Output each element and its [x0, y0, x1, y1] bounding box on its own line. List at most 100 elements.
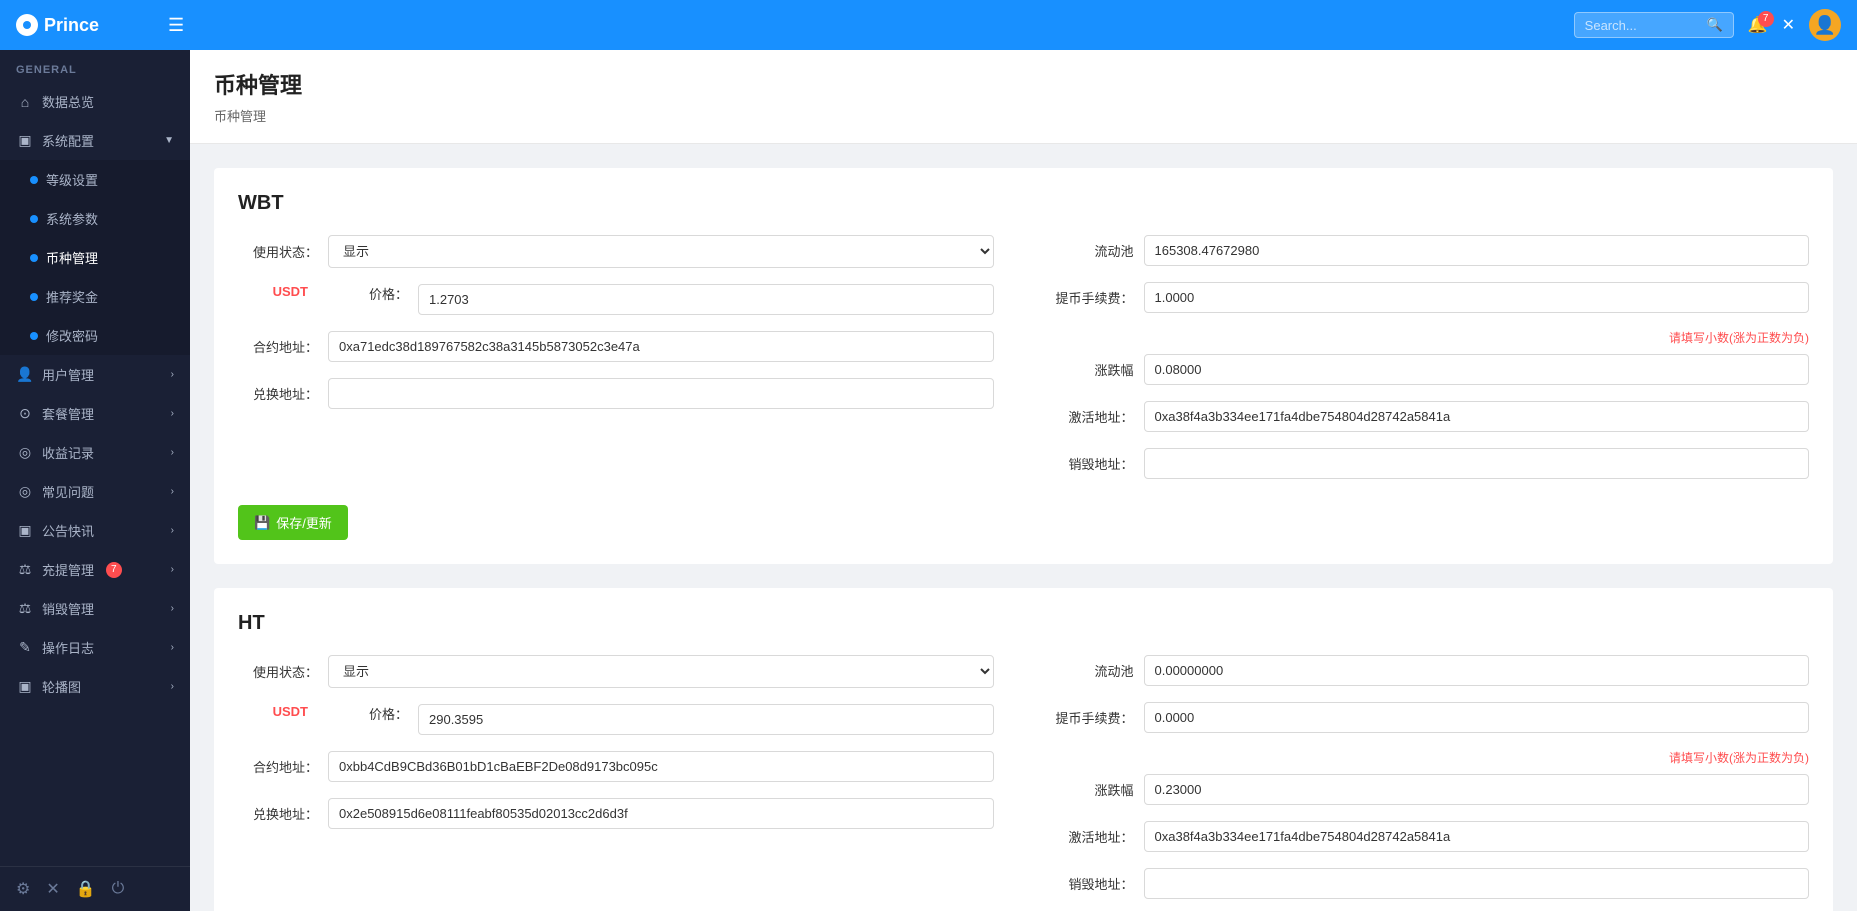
wbt-rise-input[interactable]: [1144, 354, 1810, 385]
sidebar-general-label: GENERAL: [0, 50, 190, 82]
header-right: 🔍 🔔 7 ✕ 👤: [1574, 9, 1841, 41]
search-box[interactable]: 🔍: [1574, 12, 1734, 38]
ht-price-input[interactable]: [418, 704, 994, 735]
sidebar-label-system-params: 系统参数: [46, 209, 98, 228]
wbt-activate-input[interactable]: [1144, 401, 1810, 432]
close-button[interactable]: ✕: [1782, 15, 1795, 35]
user-icon: 👤: [16, 366, 34, 383]
wbt-liquidity-label: 流动池: [1054, 241, 1134, 260]
wbt-activate-row: 激活地址：: [1054, 401, 1810, 432]
sidebar-item-user-management[interactable]: 👤 用户管理 ›: [0, 355, 190, 394]
sidebar-label-carousel: 轮播图: [42, 677, 81, 696]
wbt-liquidity-input[interactable]: [1144, 235, 1810, 266]
sidebar-item-system-params[interactable]: 系统参数: [0, 199, 190, 238]
ht-contract-input[interactable]: [328, 751, 994, 782]
power-bottom-button[interactable]: ⏻: [112, 879, 125, 899]
content-main: WBT 使用状态： 显示 隐藏 USDT 价格：: [190, 144, 1857, 911]
sidebar-item-dashboard[interactable]: ⌂ 数据总览: [0, 82, 190, 121]
notifications-button[interactable]: 🔔 7: [1748, 15, 1768, 35]
sidebar: GENERAL ⌂ 数据总览 ▣ 系统配置 ▼ 等级设置 系统参数 币种管理: [0, 50, 190, 911]
ht-destroy-row: 销毁地址：: [1054, 868, 1810, 899]
tools-bottom-button[interactable]: ✕: [46, 879, 59, 899]
main-layout: GENERAL ⌂ 数据总览 ▣ 系统配置 ▼ 等级设置 系统参数 币种管理: [0, 50, 1857, 911]
ht-rise-row: 涨跌幅: [1054, 774, 1810, 805]
sidebar-label-referral-bonus: 推荐奖金: [46, 287, 98, 306]
page-title-bar: 币种管理 币种管理: [190, 50, 1857, 144]
wbt-status-label: 使用状态：: [238, 242, 318, 261]
wbt-contract-row: 合约地址：: [238, 331, 994, 362]
wbt-status-row: 使用状态： 显示 隐藏: [238, 235, 994, 268]
sidebar-item-recharge-management[interactable]: ⚖ 充提管理 7 ›: [0, 550, 190, 589]
wbt-fee-input[interactable]: [1144, 282, 1810, 313]
lock-bottom-button[interactable]: 🔒: [76, 879, 96, 899]
wbt-usdt-label: USDT: [238, 284, 318, 299]
sidebar-label-operation-log: 操作日志: [42, 638, 94, 657]
sidebar-item-operation-log[interactable]: ✎ 操作日志 ›: [0, 628, 190, 667]
sidebar-item-coin-management[interactable]: 币种管理: [0, 238, 190, 277]
page-title: 币种管理: [214, 68, 1833, 100]
ht-liquidity-input[interactable]: [1144, 655, 1810, 686]
wbt-price-label: 价格：: [328, 284, 408, 303]
home-icon: ⌂: [16, 94, 34, 110]
wbt-save-button[interactable]: 💾 保存/更新: [238, 505, 348, 540]
app-name: Prince: [44, 15, 99, 36]
wbt-exchange-label: 兑换地址：: [238, 384, 318, 403]
chevron-right-icon: ›: [171, 369, 174, 380]
wbt-contract-input[interactable]: [328, 331, 994, 362]
sidebar-item-announcements[interactable]: ▣ 公告快讯 ›: [0, 511, 190, 550]
wbt-status-select[interactable]: 显示 隐藏: [328, 235, 994, 268]
system-submenu: 等级设置 系统参数 币种管理 推荐奖金 修改密码: [0, 160, 190, 355]
save-icon: 💾: [254, 515, 270, 531]
hamburger-button[interactable]: ☰: [168, 15, 184, 36]
ht-rise-input[interactable]: [1144, 774, 1810, 805]
sidebar-item-faq[interactable]: ◎ 常见问题 ›: [0, 472, 190, 511]
dot-icon: [30, 176, 38, 184]
wbt-price-input[interactable]: 1.2703: [418, 284, 994, 315]
wbt-form-container: 使用状态： 显示 隐藏 USDT 价格： 1.2703 合约: [238, 235, 1809, 495]
wbt-price-row: USDT 价格： 1.2703: [238, 284, 994, 315]
ht-destroy-label: 销毁地址：: [1054, 874, 1134, 893]
ht-liquidity-label: 流动池: [1054, 661, 1134, 680]
ht-fee-row: 提币手续费：: [1054, 702, 1810, 733]
wbt-activate-label: 激活地址：: [1054, 407, 1134, 426]
settings-bottom-button[interactable]: ⚙: [16, 879, 30, 899]
sidebar-item-carousel[interactable]: ▣ 轮播图 ›: [0, 667, 190, 706]
ht-status-select[interactable]: 显示 隐藏: [328, 655, 994, 688]
sidebar-item-referral-bonus[interactable]: 推荐奖金: [0, 277, 190, 316]
sidebar-item-level-settings[interactable]: 等级设置: [0, 160, 190, 199]
sidebar-item-destroy-management[interactable]: ⚖ 销毁管理 ›: [0, 589, 190, 628]
ht-activate-input[interactable]: [1144, 821, 1810, 852]
ht-fee-input[interactable]: [1144, 702, 1810, 733]
package-icon: ⊙: [16, 405, 34, 422]
search-input[interactable]: [1585, 18, 1701, 33]
ht-price-row: USDT 价格：: [238, 704, 994, 735]
sidebar-item-income-records[interactable]: ◎ 收益记录 ›: [0, 433, 190, 472]
ht-rise-label: 涨跌幅: [1054, 780, 1134, 799]
ht-destroy-input[interactable]: [1144, 868, 1810, 899]
sidebar-label-income-records: 收益记录: [42, 443, 94, 462]
faq-icon: ◎: [16, 483, 34, 500]
ht-fee-label: 提币手续费：: [1054, 708, 1134, 727]
ht-contract-row: 合约地址：: [238, 751, 994, 782]
ht-activate-label: 激活地址：: [1054, 827, 1134, 846]
sidebar-item-package-management[interactable]: ⊙ 套餐管理 ›: [0, 394, 190, 433]
logo-icon: [16, 14, 38, 36]
sidebar-label-coin-management: 币种管理: [46, 248, 98, 267]
sidebar-label-change-password: 修改密码: [46, 326, 98, 345]
wbt-destroy-input[interactable]: [1144, 448, 1810, 479]
wbt-fee-row: 提币手续费：: [1054, 282, 1810, 313]
avatar: 👤: [1809, 9, 1841, 41]
wbt-liquidity-row: 流动池: [1054, 235, 1810, 266]
chevron-right-icon: ›: [171, 603, 174, 614]
sidebar-item-change-password[interactable]: 修改密码: [0, 316, 190, 355]
breadcrumb: 币种管理: [214, 106, 1833, 125]
sidebar-item-system-config[interactable]: ▣ 系统配置 ▼: [0, 121, 190, 160]
ht-exchange-input[interactable]: [328, 798, 994, 829]
wbt-exchange-input[interactable]: [328, 378, 994, 409]
wbt-destroy-row: 销毁地址：: [1054, 448, 1810, 479]
sidebar-label-user-management: 用户管理: [42, 365, 94, 384]
wbt-right-col: 流动池 提币手续费： 请填写小数(涨为正数为负) 涨跌幅: [1024, 235, 1810, 495]
wbt-save-label: 保存/更新: [276, 513, 332, 532]
chevron-right-icon: ›: [171, 525, 174, 536]
ht-exchange-label: 兑换地址：: [238, 804, 318, 823]
